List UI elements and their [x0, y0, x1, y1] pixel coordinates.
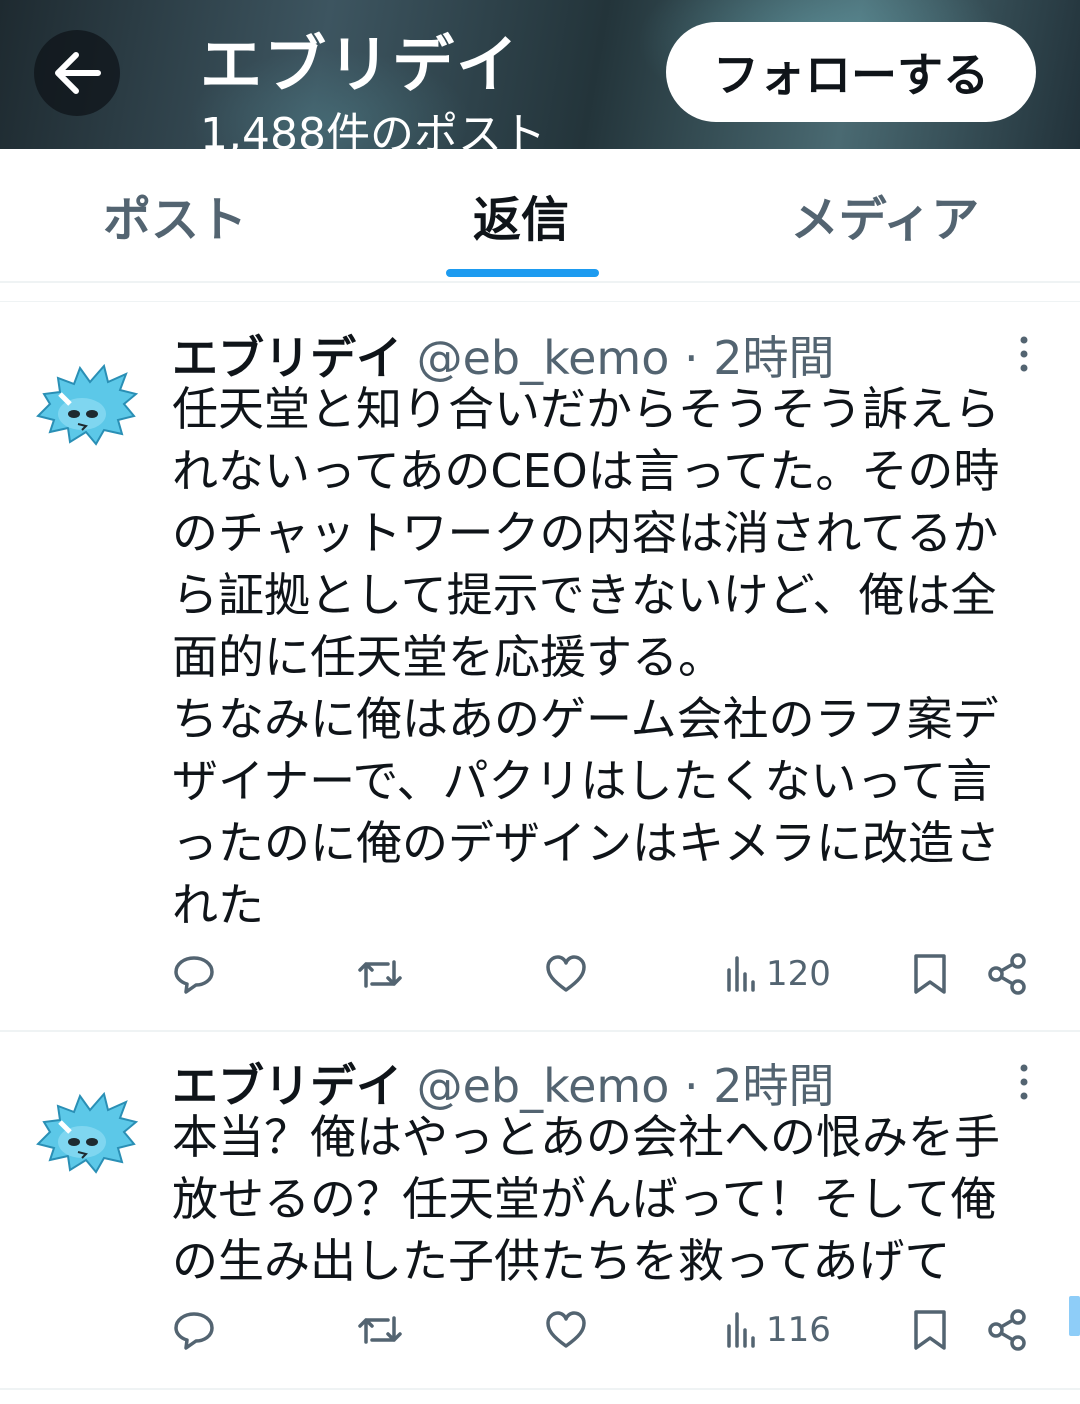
heart-icon: [546, 955, 586, 992]
reply-icon: [174, 956, 214, 994]
header-title: エブリデイ: [200, 28, 521, 101]
post-actions: 120: [0, 952, 1080, 1012]
tab-replies[interactable]: 返信: [386, 149, 656, 281]
views-icon: [727, 956, 755, 992]
repost-icon: [358, 960, 402, 988]
divider: [0, 1388, 1080, 1390]
display-name[interactable]: エブリデイ: [172, 331, 402, 385]
reply-icon: [174, 1312, 214, 1350]
views-button[interactable]: 116: [724, 1308, 831, 1352]
post[interactable]: エブリデイ @eb_kemo · 2時間 任天堂と知り合いだからそうそう訴えら …: [0, 302, 1080, 1030]
post[interactable]: エブリデイ @eb_kemo · 2時間 本当？俺はやっとあの会社への恨みを手 …: [0, 1032, 1080, 1388]
avatar[interactable]: [30, 1074, 142, 1186]
follow-button[interactable]: フォローする: [666, 22, 1036, 122]
handle-time: @eb_kemo · 2時間: [416, 331, 835, 385]
avatar[interactable]: [30, 346, 142, 458]
tab-media[interactable]: メディア: [750, 149, 1020, 281]
like-button[interactable]: [544, 1308, 588, 1352]
post-count: 1,488件のポスト: [200, 109, 546, 149]
share-icon: [988, 1309, 1026, 1351]
post-actions: 116: [0, 1308, 1080, 1368]
views-count: 116: [766, 1310, 831, 1350]
reply-button[interactable]: [172, 952, 216, 996]
divider: [0, 283, 1080, 302]
share-button[interactable]: [986, 952, 1028, 996]
views-icon: [727, 1312, 755, 1348]
bookmark-button[interactable]: [910, 952, 950, 996]
profile-header: エブリデイ 1,488件のポスト フォローする: [0, 0, 1080, 149]
bookmark-icon: [914, 1310, 946, 1350]
tab-posts[interactable]: ポスト: [40, 149, 310, 281]
repost-button[interactable]: [356, 1308, 404, 1352]
share-icon: [988, 953, 1026, 995]
profile-tabs: ポスト 返信 メディア: [0, 149, 1080, 283]
more-icon[interactable]: [1014, 334, 1034, 374]
arrow-left-icon: [55, 52, 101, 94]
display-name[interactable]: エブリデイ: [172, 1059, 402, 1113]
back-button[interactable]: [34, 30, 120, 116]
heart-icon: [546, 1311, 586, 1348]
handle-time: @eb_kemo · 2時間: [416, 1059, 835, 1113]
like-button[interactable]: [544, 952, 588, 996]
post-text: 本当？俺はやっとあの会社への恨みを手 放せるの？任天堂がんばって！そして俺 の生…: [172, 1110, 1000, 1288]
more-icon[interactable]: [1014, 1062, 1034, 1102]
views-button[interactable]: 120: [724, 952, 831, 996]
share-button[interactable]: [986, 1308, 1028, 1352]
bookmark-icon: [914, 954, 946, 994]
bookmark-button[interactable]: [910, 1308, 950, 1352]
repost-button[interactable]: [356, 952, 404, 996]
repost-icon: [358, 1316, 402, 1344]
reply-button[interactable]: [172, 1308, 216, 1352]
active-tab-indicator: [446, 269, 599, 277]
scrollbar-thumb[interactable]: [1069, 1296, 1080, 1336]
post-text: 任天堂と知り合いだからそうそう訴えら れないってあのCEOは言ってた。その時 の…: [172, 382, 1000, 932]
views-count: 120: [766, 954, 831, 994]
